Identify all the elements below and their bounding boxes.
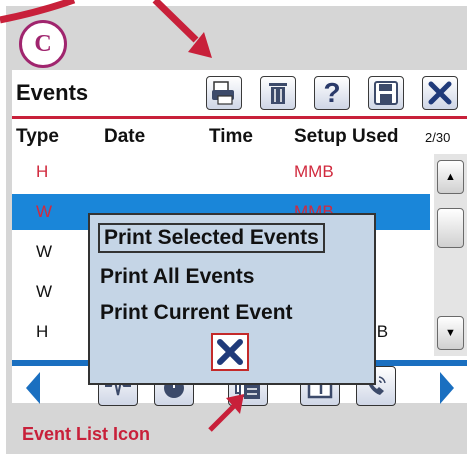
caption-arrow [208,394,244,432]
caption-arrow-line [208,402,238,432]
